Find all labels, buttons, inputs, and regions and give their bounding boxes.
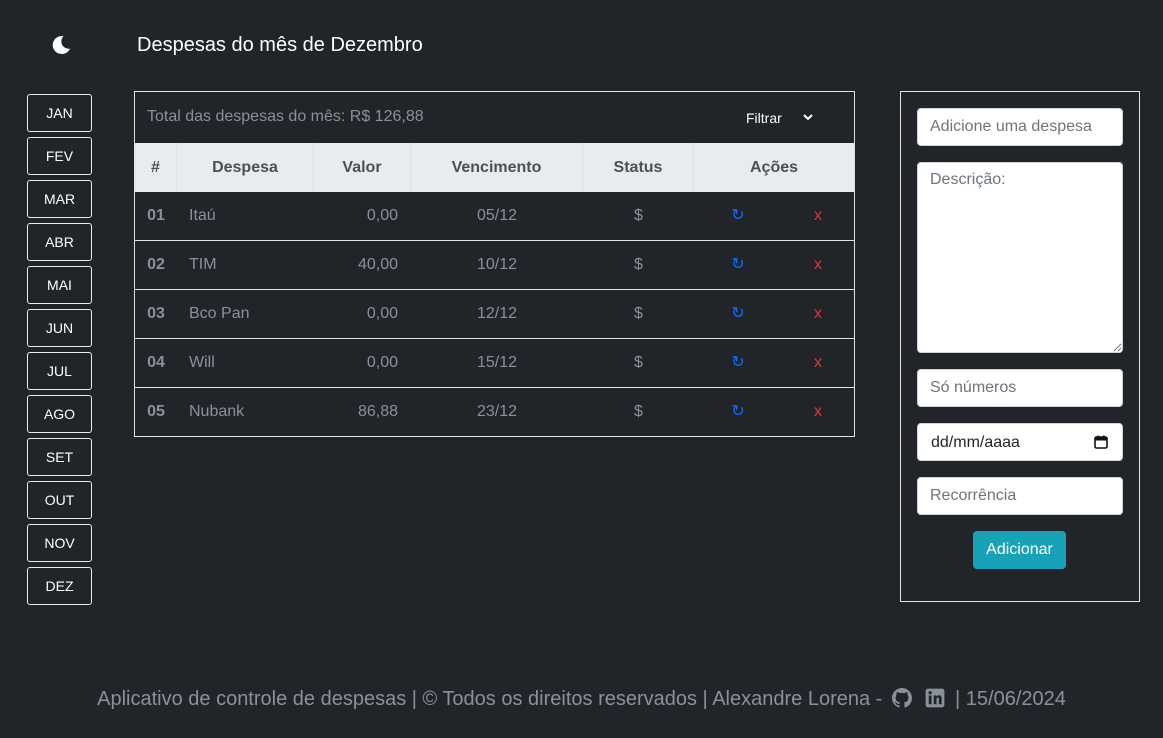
chevron-down-icon <box>803 114 813 121</box>
column-header-value: Valor <box>314 143 411 192</box>
column-header-actions: Ações <box>749 159 799 176</box>
refresh-icon[interactable]: ↻ <box>727 241 749 289</box>
month-button-jun[interactable]: JUN <box>27 309 92 347</box>
moon-icon[interactable] <box>49 33 73 57</box>
row-number: 02 <box>147 256 165 273</box>
table-row: 04 Will 0,00 15/12 $ ↻ x <box>135 339 854 388</box>
column-header-status: Status <box>583 143 694 192</box>
footer: Aplicativo de controle de despesas | © T… <box>0 688 1163 711</box>
table-row: 03 Bco Pan 0,00 12/12 $ ↻ x <box>135 290 854 339</box>
github-icon[interactable] <box>891 688 912 708</box>
row-number: 01 <box>147 207 165 224</box>
column-header-due-date: Vencimento <box>411 143 583 192</box>
month-button-mar[interactable]: MAR <box>27 180 92 218</box>
expense-value: 0,00 <box>366 305 398 322</box>
due-date-input[interactable]: dd/mm/aaaa <box>917 423 1123 461</box>
refresh-icon[interactable]: ↻ <box>727 192 749 240</box>
pay-status-icon[interactable]: $ <box>583 192 694 240</box>
month-button-nov[interactable]: NOV <box>27 524 92 562</box>
delete-icon[interactable]: x <box>807 290 829 338</box>
expense-due-date: 05/12 <box>476 207 518 224</box>
column-header-expense: Despesa <box>177 143 314 192</box>
expense-value: 0,00 <box>366 354 398 371</box>
month-button-ago[interactable]: AGO <box>27 395 92 433</box>
month-button-set[interactable]: SET <box>27 438 92 476</box>
summary-bar: Total das despesas do mês: R$ 126,88 Fil… <box>135 92 854 143</box>
expense-value: 86,88 <box>357 403 398 420</box>
footer-date: | 15/06/2024 <box>955 688 1066 710</box>
month-selector: JAN FEV MAR ABR MAI JUN JUL AGO SET OUT … <box>27 94 92 610</box>
linkedin-icon[interactable] <box>925 688 945 708</box>
row-number: 04 <box>147 354 165 371</box>
month-button-dez[interactable]: DEZ <box>27 567 92 605</box>
expense-due-date: 10/12 <box>476 256 518 273</box>
expense-name-input[interactable] <box>917 108 1123 146</box>
expense-name: Bco Pan <box>189 305 250 322</box>
expenses-table-card: Total das despesas do mês: R$ 126,88 Fil… <box>134 91 855 437</box>
date-placeholder: dd/mm/aaaa <box>931 434 1020 451</box>
add-expense-form: dd/mm/aaaa Adicionar <box>900 91 1140 602</box>
calendar-icon[interactable] <box>1094 435 1108 449</box>
delete-icon[interactable]: x <box>807 192 829 240</box>
month-button-jul[interactable]: JUL <box>27 352 92 390</box>
refresh-icon[interactable]: ↻ <box>727 339 749 387</box>
pay-status-icon[interactable]: $ <box>583 290 694 338</box>
page-title: Despesas do mês de Dezembro <box>137 34 423 56</box>
pay-status-icon[interactable]: $ <box>583 339 694 387</box>
table-row: 02 TIM 40,00 10/12 $ ↻ x <box>135 241 854 290</box>
month-button-mai[interactable]: MAI <box>27 266 92 304</box>
expense-name: TIM <box>189 256 217 273</box>
table-body: 01 Itaú 0,00 05/12 $ ↻ x 02 TIM 40,00 10… <box>135 192 854 437</box>
expense-value: 40,00 <box>357 256 398 273</box>
total-text: Total das despesas do mês: R$ 126,88 <box>147 108 424 125</box>
expense-value: 0,00 <box>366 207 398 224</box>
expense-name: Itaú <box>189 207 216 224</box>
table-header: # Despesa Valor Vencimento Status Ações <box>135 143 854 192</box>
table-row: 01 Itaú 0,00 05/12 $ ↻ x <box>135 192 854 241</box>
expense-due-date: 12/12 <box>476 305 518 322</box>
footer-text: Aplicativo de controle de despesas | © T… <box>97 688 871 710</box>
add-expense-button[interactable]: Adicionar <box>973 531 1066 569</box>
recurrence-input[interactable] <box>917 477 1123 515</box>
month-button-jan[interactable]: JAN <box>27 94 92 132</box>
row-number: 05 <box>147 403 165 420</box>
row-number: 03 <box>147 305 165 322</box>
pay-status-icon[interactable]: $ <box>583 388 694 436</box>
refresh-icon[interactable]: ↻ <box>727 290 749 338</box>
filter-select[interactable]: Filtrar <box>746 108 826 128</box>
expense-name: Nubank <box>189 403 245 420</box>
expense-due-date: 15/12 <box>476 354 518 371</box>
pay-status-icon[interactable]: $ <box>583 241 694 289</box>
delete-icon[interactable]: x <box>807 388 829 436</box>
filter-label: Filtrar <box>746 110 782 126</box>
expense-due-date: 23/12 <box>476 403 518 420</box>
delete-icon[interactable]: x <box>807 241 829 289</box>
column-header-number: # <box>135 143 177 192</box>
description-textarea[interactable] <box>917 162 1123 353</box>
value-input[interactable] <box>917 369 1123 407</box>
footer-separator: - <box>875 688 883 710</box>
expense-name: Will <box>189 354 215 371</box>
month-button-abr[interactable]: ABR <box>27 223 92 261</box>
refresh-icon[interactable]: ↻ <box>727 388 749 436</box>
delete-icon[interactable]: x <box>807 339 829 387</box>
table-row: 05 Nubank 86,88 23/12 $ ↻ x <box>135 388 854 437</box>
month-button-out[interactable]: OUT <box>27 481 92 519</box>
month-button-fev[interactable]: FEV <box>27 137 92 175</box>
